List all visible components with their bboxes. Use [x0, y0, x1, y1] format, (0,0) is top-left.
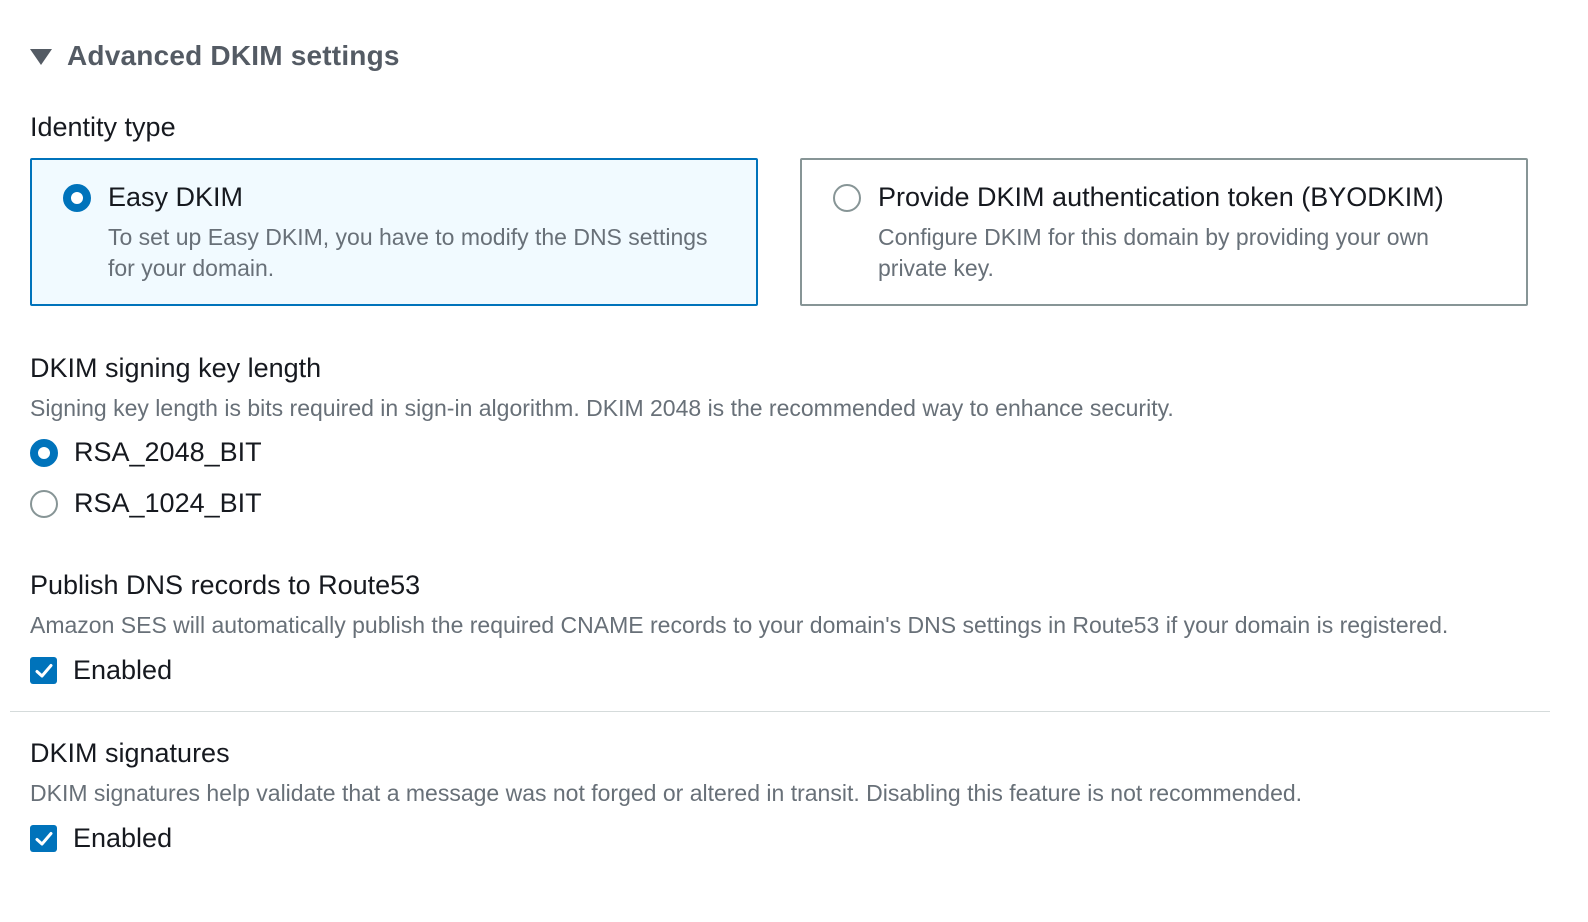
tile-easy-dkim[interactable]: Easy DKIM To set up Easy DKIM, you have …: [30, 158, 758, 306]
dkim-signatures-checkbox-row[interactable]: Enabled: [30, 823, 172, 854]
radio-byodkim[interactable]: [833, 184, 861, 212]
radio-rsa-2048[interactable]: [30, 438, 58, 467]
publish-dns-label: Publish DNS records to Route53: [30, 570, 421, 600]
tile-byodkim[interactable]: Provide DKIM authentication token (BYODK…: [800, 158, 1528, 306]
dkim-signatures-label: DKIM signatures: [30, 738, 230, 768]
tile-description: Configure DKIM for this domain by provid…: [878, 224, 1429, 281]
section-title: Advanced DKIM settings: [67, 40, 400, 71]
check-icon: [35, 663, 52, 677]
tile-title: Provide DKIM authentication token (BYODK…: [878, 182, 1444, 212]
publish-dns-checkbox-row[interactable]: Enabled: [30, 655, 172, 686]
key-length-label: DKIM signing key length: [30, 353, 322, 383]
identity-type-label: Identity type: [30, 112, 176, 142]
divider: [10, 711, 1550, 712]
option-label: RSA_1024_BIT: [74, 488, 262, 518]
radio-easy-dkim[interactable]: [63, 184, 91, 212]
checkbox-label: Enabled: [73, 655, 173, 685]
tile-title: Easy DKIM: [108, 182, 244, 212]
option-rsa-2048[interactable]: RSA_2048_BIT: [30, 437, 262, 468]
tile-description: To set up Easy DKIM, you have to modify …: [108, 224, 708, 281]
publish-dns-checkbox[interactable]: [30, 657, 57, 684]
advanced-dkim-settings-expander[interactable]: Advanced DKIM settings: [30, 40, 400, 72]
key-length-description: Signing key length is bits required in s…: [30, 395, 1174, 421]
checkbox-label: Enabled: [73, 823, 173, 853]
dkim-signatures-description: DKIM signatures help validate that a mes…: [30, 780, 1303, 806]
caret-down-icon: [30, 49, 52, 65]
publish-dns-description: Amazon SES will automatically publish th…: [30, 612, 1449, 638]
option-label: RSA_2048_BIT: [74, 437, 262, 467]
dkim-signatures-checkbox[interactable]: [30, 825, 57, 852]
check-icon: [35, 831, 52, 845]
radio-rsa-1024[interactable]: [30, 489, 58, 518]
option-rsa-1024[interactable]: RSA_1024_BIT: [30, 488, 262, 519]
